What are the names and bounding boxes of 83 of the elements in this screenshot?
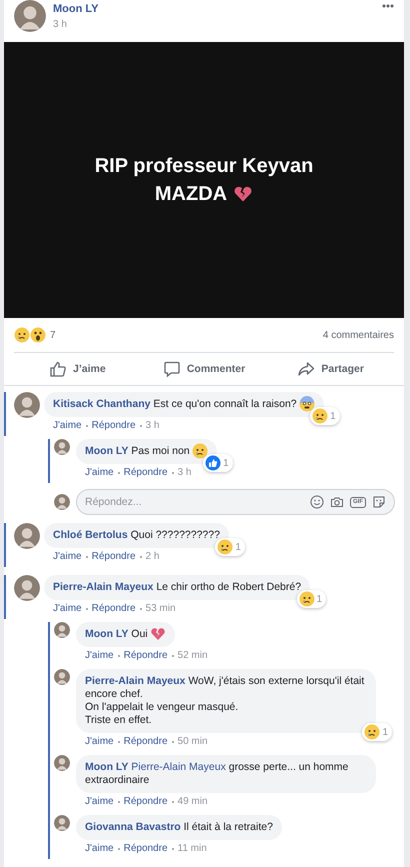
sad-emoji-icon [217,539,234,555]
comment-time: 3 h [146,419,160,432]
sad-emoji-icon [364,724,380,740]
share-arrow-icon [297,360,316,378]
like-link[interactable]: J'aime [85,842,114,855]
reaction-count[interactable]: 7 [50,330,56,340]
comment-time: 2 h [146,550,160,563]
comment-time: 52 min [178,649,208,662]
avatar[interactable] [54,439,70,455]
sad-emoji-icon [192,443,208,460]
comment-text: Giovanna Bavastro Il était à la retraite? [85,821,273,833]
commenter-name[interactable]: Chloé Bertolus [53,529,128,541]
comment-text: Pierre-Alain Mayeux Le chir ortho de Robert Debré? [53,581,302,593]
reaction-count: 1 [316,592,322,606]
commenter-name[interactable]: Moon LY [85,761,128,773]
camera-icon[interactable] [330,495,344,509]
comment-time: 50 min [178,735,208,748]
post-caption: MAZDA [154,182,228,207]
reply-link[interactable]: Répondre [124,649,168,662]
wow-emoji-icon [30,327,46,343]
like-link[interactable]: J'aime [85,649,114,662]
reply-link[interactable]: Répondre [92,550,136,563]
post-caption: RIP professeur Keyvan [94,154,314,179]
reply-link[interactable]: Répondre [124,842,168,855]
avatar[interactable] [14,392,40,418]
comment-time: 53 min [146,602,176,615]
avatar[interactable] [54,669,70,685]
comment-text: Moon LY Pierre-Alain Mayeux grosse perte... un homme extraordinaire [85,761,348,786]
broken-heart-icon [233,184,254,204]
avatar[interactable] [54,494,70,510]
like-reaction-icon [205,455,222,471]
reaction-count: 1 [382,726,388,738]
post-time[interactable]: 3 h [53,18,98,31]
comment-text: Moon LY Pas moi non [85,445,190,457]
like-link[interactable]: J'aime [53,550,82,563]
commenter-name[interactable]: Pierre-Alain Mayeux [53,581,154,593]
comment-text: Moon LY Oui [85,628,148,640]
like-link[interactable]: J'aime [85,795,114,808]
reply-link[interactable]: Répondre [92,419,136,432]
sticker-icon[interactable] [372,495,386,509]
action-button[interactable]: Partager [267,353,394,385]
commenter-name[interactable]: Pierre-Alain Mayeux [85,675,186,687]
reaction-count: 1 [330,410,336,422]
reply-link[interactable]: Répondre [124,735,168,748]
commenter-name[interactable]: Moon LY [85,445,128,457]
reply-link[interactable]: Répondre [124,795,168,808]
action-button[interactable]: Commenter [140,353,268,385]
avatar[interactable] [54,755,70,771]
reaction-count: 1 [235,540,241,554]
commenter-name[interactable]: Moon LY [85,628,128,640]
commenter-name[interactable]: Giovanna Bavastro [85,821,181,833]
like-link[interactable]: J'aime [85,466,114,479]
speech-bubble-icon [162,360,181,378]
mention-link[interactable]: Pierre-Alain Mayeux [131,761,226,773]
avatar[interactable] [54,622,70,638]
action-button[interactable]: J’aime [14,353,141,385]
comment-count[interactable]: 4 commentaires [322,330,394,340]
avatar[interactable] [14,0,46,32]
thumbs-up-icon [48,360,67,378]
comment-text: Chloé Bertolus Quoi ??????????? [53,529,220,541]
comment-time: 49 min [178,795,208,808]
like-link[interactable]: J'aime [53,419,82,432]
comment-time: 3 h [178,466,192,479]
broken-heart-icon [150,626,166,642]
sad-emoji-icon [14,327,30,343]
comment-text: Pierre-Alain Mayeux WoW, j'étais son externe lorsqu'il était encore chef. On l'appelait le vengeur masqué. Triste en effet. [85,675,364,726]
more-options-icon[interactable] [382,4,394,8]
reply-link[interactable]: Répondre [124,466,168,479]
avatar[interactable] [14,523,40,549]
comment-text: Kitisack Chanthany Est ce qu'on connaît la raison? [53,398,297,410]
reply-link[interactable]: Répondre [92,602,136,615]
author-name[interactable]: Moon LY [53,2,98,16]
comment-time: 11 min [178,842,207,855]
reaction-count: 1 [223,456,229,470]
avatar[interactable] [14,575,40,601]
avatar[interactable] [54,815,70,831]
sad-emoji-icon [312,408,328,424]
like-link[interactable]: J'aime [53,602,82,615]
fearful-emoji-icon [298,396,315,412]
commenter-name[interactable]: Kitisack Chanthany [53,398,150,410]
emoji-icon[interactable] [310,495,324,509]
like-link[interactable]: J'aime [85,735,114,748]
sad-emoji-icon [298,591,314,607]
